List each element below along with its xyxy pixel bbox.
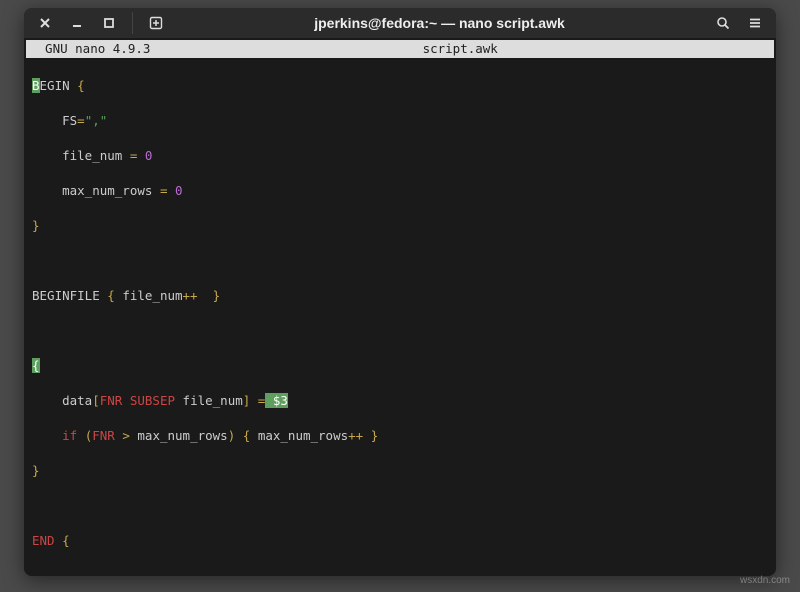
watermark: wsxdn.com <box>740 575 790 586</box>
hamburger-icon <box>748 16 762 30</box>
terminal-content[interactable]: GNU nano 4.9.3 script.awk BEGIN { FS=","… <box>24 38 776 576</box>
terminal-window: jperkins@fedora:~ — nano script.awk GNU … <box>24 8 776 576</box>
close-icon <box>39 17 51 29</box>
code-line <box>32 567 768 576</box>
code-line <box>32 252 768 270</box>
window-title: jperkins@fedora:~ — nano script.awk <box>171 15 708 31</box>
titlebar: jperkins@fedora:~ — nano script.awk <box>24 8 776 38</box>
code-line <box>32 497 768 515</box>
search-button[interactable] <box>708 8 738 38</box>
window-controls-right <box>708 8 770 38</box>
nano-app-version: GNU nano 4.9.3 <box>30 40 150 58</box>
highlight-block: { <box>32 358 40 373</box>
code-line: { <box>32 357 768 375</box>
highlight-block: $3 <box>265 393 288 408</box>
new-tab-icon <box>149 16 163 30</box>
code-line: file_num = 0 <box>32 147 768 165</box>
code-line <box>32 322 768 340</box>
code-line: } <box>32 217 768 235</box>
minimize-icon <box>71 17 83 29</box>
maximize-button[interactable] <box>94 8 124 38</box>
close-button[interactable] <box>30 8 60 38</box>
nano-header: GNU nano 4.9.3 script.awk <box>26 40 774 58</box>
code-line: } <box>32 462 768 480</box>
code-area[interactable]: BEGIN { FS="," file_num = 0 max_num_rows… <box>32 60 768 577</box>
menu-button[interactable] <box>740 8 770 38</box>
code-line: data[FNR SUBSEP file_num] = $3 <box>32 392 768 410</box>
cursor: B <box>32 78 40 93</box>
code-line: BEGINFILE { file_num++ } <box>32 287 768 305</box>
code-line: if (FNR > max_num_rows) { max_num_rows++… <box>32 427 768 445</box>
code-line: BEGIN { <box>32 77 768 95</box>
search-icon <box>716 16 730 30</box>
code-line: FS="," <box>32 112 768 130</box>
separator <box>132 12 133 34</box>
minimize-button[interactable] <box>62 8 92 38</box>
code-line: max_num_rows = 0 <box>32 182 768 200</box>
code-line: END { <box>32 532 768 550</box>
nano-filename: script.awk <box>150 40 770 58</box>
maximize-icon <box>103 17 115 29</box>
new-tab-button[interactable] <box>141 8 171 38</box>
window-controls-left <box>30 8 171 38</box>
